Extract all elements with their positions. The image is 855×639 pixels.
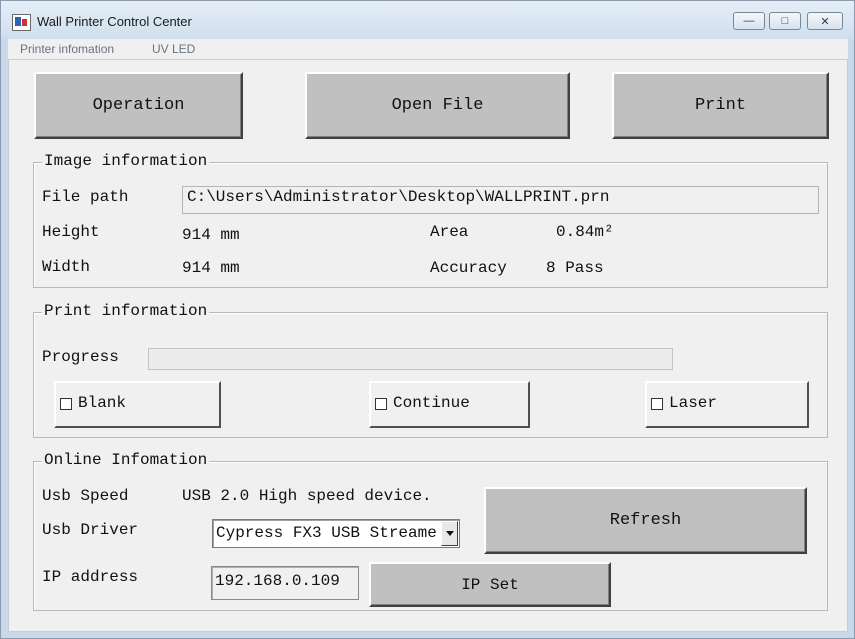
continue-checkbox-button[interactable]: Continue [369, 381, 530, 428]
blank-checkbox-button[interactable]: Blank [54, 381, 221, 428]
accuracy-value: 8 Pass [546, 259, 604, 277]
ip-address-field[interactable]: 192.168.0.109 [211, 566, 359, 600]
width-label: Width [42, 258, 91, 276]
laser-checkbox-button[interactable]: Laser [645, 381, 809, 428]
main-panel: Operation Open File Print Image informat… [8, 59, 848, 632]
file-path-label: File path [42, 188, 129, 206]
continue-checkbox[interactable] [375, 398, 387, 410]
progress-label: Progress [42, 348, 119, 366]
minimize-button[interactable]: — [733, 12, 765, 30]
title-bar[interactable]: Wall Printer Control Center — □ ✕ [1, 1, 854, 39]
ip-set-button[interactable]: IP Set [369, 562, 611, 607]
print-information-title: Print information [42, 302, 210, 320]
file-path-field: C:\Users\Administrator\Desktop\WALLPRINT… [182, 186, 819, 214]
print-button[interactable]: Print [612, 72, 829, 139]
printer-app-icon [12, 14, 31, 31]
area-label: Area [430, 223, 469, 241]
usb-driver-select[interactable]: Cypress FX3 USB Streame [212, 519, 460, 548]
width-value: 914 mm [182, 259, 240, 277]
laser-label: Laser [669, 394, 718, 412]
window-title: Wall Printer Control Center [37, 14, 192, 29]
maximize-button[interactable]: □ [769, 12, 801, 30]
operation-button[interactable]: Operation [34, 72, 243, 139]
blank-checkbox[interactable] [60, 398, 72, 410]
print-information-group: Print information Progress Blank Continu… [33, 302, 828, 438]
area-value: 0.84m² [556, 223, 614, 241]
menu-bar: Printer infomation UV LED [8, 39, 848, 59]
usb-speed-label: Usb Speed [42, 487, 129, 505]
online-information-title: Online Infomation [42, 451, 210, 469]
progress-bar [148, 348, 673, 370]
continue-label: Continue [393, 394, 470, 412]
usb-speed-value: USB 2.0 High speed device. [182, 487, 432, 505]
laser-checkbox[interactable] [651, 398, 663, 410]
online-information-group: Online Infomation Usb Speed USB 2.0 High… [33, 451, 828, 611]
blank-label: Blank [78, 394, 127, 412]
image-information-title: Image information [42, 152, 210, 170]
app-window: Wall Printer Control Center — □ ✕ Printe… [0, 0, 855, 639]
accuracy-label: Accuracy [430, 259, 507, 277]
open-file-button[interactable]: Open File [305, 72, 570, 139]
height-value: 914 mm [182, 226, 240, 244]
chevron-down-icon[interactable] [441, 521, 458, 546]
menu-uv-led[interactable]: UV LED [152, 42, 195, 56]
close-button[interactable]: ✕ [807, 12, 843, 30]
usb-driver-label: Usb Driver [42, 521, 139, 539]
refresh-button[interactable]: Refresh [484, 487, 807, 554]
image-information-group: Image information File path C:\Users\Adm… [33, 152, 828, 288]
ip-address-label: IP address [42, 568, 139, 586]
usb-driver-selected: Cypress FX3 USB Streame [216, 524, 437, 542]
height-label: Height [42, 223, 100, 241]
menu-printer-information[interactable]: Printer infomation [20, 42, 114, 56]
